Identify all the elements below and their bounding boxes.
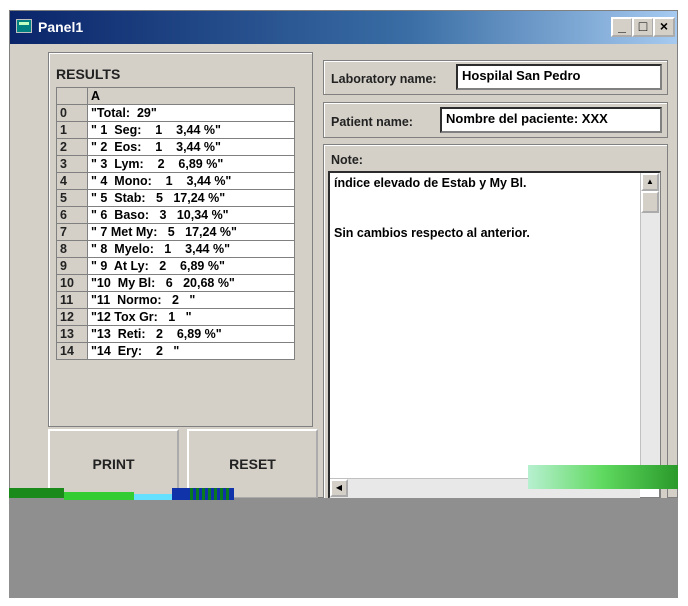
grid-corner-cell bbox=[56, 87, 88, 105]
result-cell[interactable]: " 5 Stab: 5 17,24 %" bbox=[87, 189, 295, 207]
row-number: 10 bbox=[56, 274, 88, 292]
glitch-artifact bbox=[134, 494, 172, 500]
scroll-up-button[interactable]: ▲ bbox=[641, 173, 659, 191]
glitch-artifact bbox=[9, 488, 64, 498]
glitch-artifact bbox=[528, 465, 678, 489]
close-button[interactable]: × bbox=[653, 17, 675, 37]
panel1-window: Panel1 _ □ × RESULTS A 0 "Total: 29" 1 " 1 … bbox=[9, 10, 678, 499]
table-row[interactable]: 1 " 1 Seg: 1 3,44 %" bbox=[56, 121, 295, 139]
row-number: 4 bbox=[56, 172, 88, 190]
result-cell[interactable]: "11 Normo: 2 " bbox=[87, 291, 295, 309]
results-grid[interactable]: A 0 "Total: 29" 1 " 1 Seg: 1 3,44 %" 2 " 2 Eo… bbox=[56, 87, 295, 360]
scroll-left-button[interactable]: ◀ bbox=[330, 479, 348, 497]
table-row[interactable]: 0 "Total: 29" bbox=[56, 104, 295, 122]
laboratory-label: Laboratory name: bbox=[331, 72, 437, 86]
row-number: 11 bbox=[56, 291, 88, 309]
row-number: 3 bbox=[56, 155, 88, 173]
table-row[interactable]: 11 "11 Normo: 2 " bbox=[56, 291, 295, 309]
result-cell[interactable]: "10 My Bl: 6 20,68 %" bbox=[87, 274, 295, 292]
note-vertical-scrollbar[interactable]: ▲ bbox=[640, 173, 660, 473]
row-number: 1 bbox=[56, 121, 88, 139]
print-button[interactable]: PRINT bbox=[48, 429, 179, 499]
maximize-button[interactable]: □ bbox=[632, 17, 654, 37]
glitch-artifact bbox=[64, 492, 134, 500]
title-bar[interactable]: Panel1 _ □ × bbox=[10, 11, 677, 44]
scroll-thumb[interactable] bbox=[641, 191, 659, 213]
corrupted-image-area bbox=[9, 498, 678, 598]
result-cell[interactable]: "12 Tox Gr: 1 " bbox=[87, 308, 295, 326]
minimize-button[interactable]: _ bbox=[611, 17, 633, 37]
row-number: 8 bbox=[56, 240, 88, 258]
table-row[interactable]: 4 " 4 Mono: 1 3,44 %" bbox=[56, 172, 295, 190]
note-label: Note: bbox=[331, 153, 363, 167]
note-line-1: índice elevado de Estab y My Bl. bbox=[334, 176, 527, 190]
patient-name-field[interactable]: Nombre del paciente: XXX bbox=[440, 107, 662, 133]
laboratory-name-field[interactable]: Hospilal San Pedro bbox=[456, 64, 662, 90]
window-title: Panel1 bbox=[38, 19, 84, 35]
results-heading: RESULTS bbox=[56, 66, 121, 82]
result-cell[interactable]: " 9 At Ly: 2 6,89 %" bbox=[87, 257, 295, 275]
row-number: 7 bbox=[56, 223, 88, 241]
result-cell[interactable]: " 1 Seg: 1 3,44 %" bbox=[87, 121, 295, 139]
row-number: 12 bbox=[56, 308, 88, 326]
row-number: 9 bbox=[56, 257, 88, 275]
result-cell[interactable]: " 7 Met My: 5 17,24 %" bbox=[87, 223, 295, 241]
table-row[interactable]: 9 " 9 At Ly: 2 6,89 %" bbox=[56, 257, 295, 275]
table-row[interactable]: 7 " 7 Met My: 5 17,24 %" bbox=[56, 223, 295, 241]
table-row[interactable]: 13 "13 Reti: 2 6,89 %" bbox=[56, 325, 295, 343]
table-row[interactable]: 8 " 8 Myelo: 1 3,44 %" bbox=[56, 240, 295, 258]
result-cell[interactable]: "Total: 29" bbox=[87, 104, 295, 122]
table-row[interactable]: 5 " 5 Stab: 5 17,24 %" bbox=[56, 189, 295, 207]
row-number: 0 bbox=[56, 104, 88, 122]
result-cell[interactable]: "13 Reti: 2 6,89 %" bbox=[87, 325, 295, 343]
result-cell[interactable]: " 8 Myelo: 1 3,44 %" bbox=[87, 240, 295, 258]
table-row[interactable]: 14 "14 Ery: 2 " bbox=[56, 342, 295, 360]
column-header-a[interactable]: A bbox=[87, 87, 295, 105]
result-cell[interactable]: "14 Ery: 2 " bbox=[87, 342, 295, 360]
window-app-icon bbox=[16, 19, 32, 33]
note-textarea[interactable]: índice elevado de Estab y My Bl. Sin cam… bbox=[328, 171, 661, 499]
patient-label: Patient name: bbox=[331, 115, 413, 129]
result-cell[interactable]: " 3 Lym: 2 6,89 %" bbox=[87, 155, 295, 173]
glitch-artifact bbox=[190, 488, 230, 500]
result-cell[interactable]: " 4 Mono: 1 3,44 %" bbox=[87, 172, 295, 190]
grid-header-row: A bbox=[56, 87, 295, 105]
row-number: 13 bbox=[56, 325, 88, 343]
table-row[interactable]: 3 " 3 Lym: 2 6,89 %" bbox=[56, 155, 295, 173]
row-number: 2 bbox=[56, 138, 88, 156]
table-row[interactable]: 12 "12 Tox Gr: 1 " bbox=[56, 308, 295, 326]
row-number: 5 bbox=[56, 189, 88, 207]
table-row[interactable]: 6 " 6 Baso: 3 10,34 %" bbox=[56, 206, 295, 224]
note-line-2: Sin cambios respecto al anterior. bbox=[334, 226, 530, 240]
row-number: 6 bbox=[56, 206, 88, 224]
result-cell[interactable]: " 2 Eos: 1 3,44 %" bbox=[87, 138, 295, 156]
table-row[interactable]: 2 " 2 Eos: 1 3,44 %" bbox=[56, 138, 295, 156]
table-row[interactable]: 10 "10 My Bl: 6 20,68 %" bbox=[56, 274, 295, 292]
result-cell[interactable]: " 6 Baso: 3 10,34 %" bbox=[87, 206, 295, 224]
row-number: 14 bbox=[56, 342, 88, 360]
